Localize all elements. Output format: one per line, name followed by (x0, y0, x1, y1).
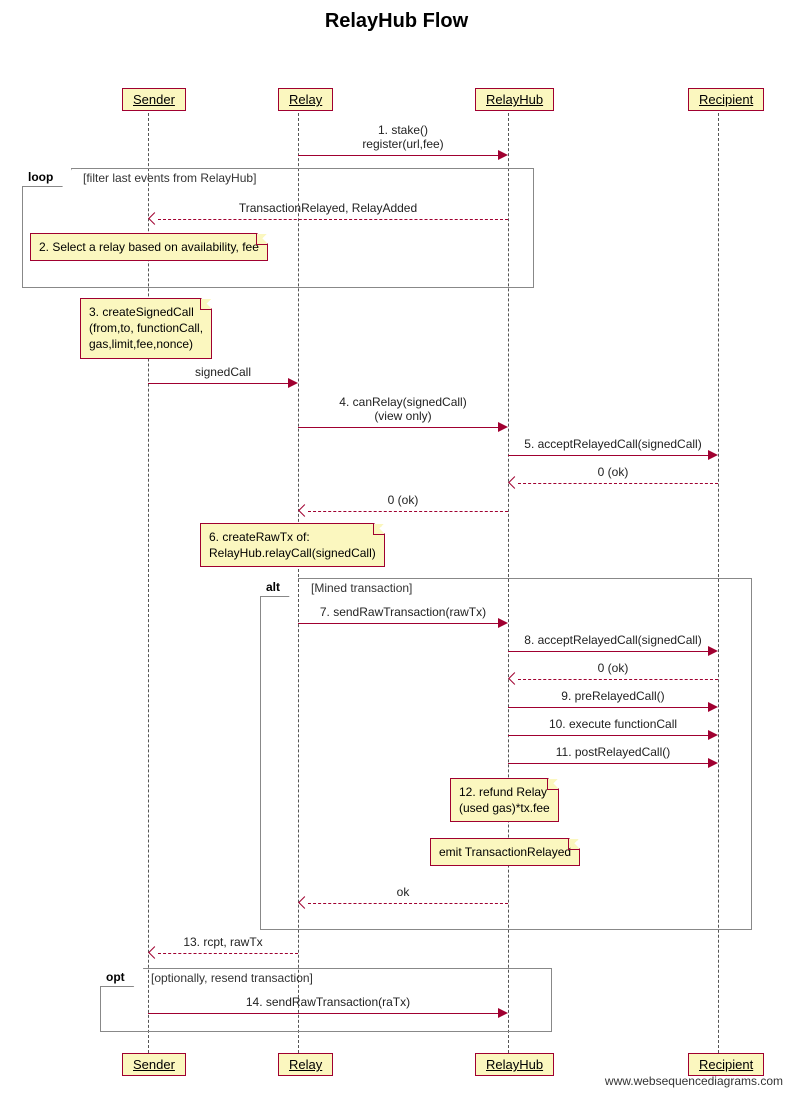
msg-post: 11. postRelayedCall() (508, 745, 718, 759)
arrow-head-13 (708, 758, 718, 768)
note-create-signed-call: 3. createSignedCall (from,to, functionCa… (80, 298, 212, 359)
msg-canrelay1: 4. canRelay(signedCall) (298, 395, 508, 409)
actor-sender-bottom: Sender (122, 1053, 186, 1076)
arrow-head-9 (708, 646, 718, 656)
msg-rcpt: 13. rcpt, rawTx (148, 935, 298, 949)
arrow-15 (158, 953, 298, 954)
arrow-2 (158, 219, 508, 220)
frame-opt-label: opt (100, 968, 144, 987)
msg-register: register(url,fee) (298, 137, 508, 151)
frame-loop-cond: [filter last events from RelayHub] (83, 171, 256, 185)
msg-ok4: ok (298, 885, 508, 899)
arrow-head-11 (708, 702, 718, 712)
msg-canrelay2: (view only) (298, 409, 508, 423)
arrow-6 (518, 483, 718, 484)
arrow-12 (508, 735, 708, 736)
arrow-head-12 (708, 730, 718, 740)
diagram-title: RelayHub Flow (0, 0, 793, 33)
msg-ok2: 0 (ok) (298, 493, 508, 507)
frame-alt-cond: [Mined transaction] (311, 581, 412, 595)
actor-relayhub-top: RelayHub (475, 88, 554, 111)
note-select-relay: 2. Select a relay based on availability,… (30, 233, 268, 261)
msg-pre: 9. preRelayedCall() (508, 689, 718, 703)
msg-sendraw: 7. sendRawTransaction(rawTx) (298, 605, 508, 619)
arrow-3 (148, 383, 288, 384)
arrow-head-8 (498, 618, 508, 628)
msg-sendraw2: 14. sendRawTransaction(raTx) (148, 995, 508, 1009)
footer-credit: www.websequencediagrams.com (605, 1074, 783, 1088)
actor-recipient-bottom: Recipient (688, 1053, 764, 1076)
msg-signedcall: signedCall (148, 365, 298, 379)
arrow-5 (508, 455, 708, 456)
arrow-head-5 (708, 450, 718, 460)
arrow-4 (298, 427, 498, 428)
arrow-14 (308, 903, 508, 904)
msg-ok3: 0 (ok) (508, 661, 718, 675)
sequence-diagram: Sender Relay RelayHub Recipient Sender R… (0, 33, 793, 1093)
arrow-head-1 (498, 150, 508, 160)
actor-relay-bottom: Relay (278, 1053, 333, 1076)
arrow-16 (148, 1013, 498, 1014)
arrow-13 (508, 763, 708, 764)
arrow-7 (308, 511, 508, 512)
actor-sender-top: Sender (122, 88, 186, 111)
arrow-8 (298, 623, 498, 624)
arrow-1 (298, 155, 498, 156)
frame-loop-label: loop (22, 168, 72, 187)
frame-alt-label: alt (260, 578, 299, 597)
msg-exec: 10. execute functionCall (508, 717, 718, 731)
msg-accept2: 8. acceptRelayedCall(signedCall) (508, 633, 718, 647)
actor-recipient-top: Recipient (688, 88, 764, 111)
frame-loop: loop [filter last events from RelayHub] (22, 168, 534, 288)
msg-stake: 1. stake() (298, 123, 508, 137)
note-emit: emit TransactionRelayed (430, 838, 580, 866)
arrow-head-3 (288, 378, 298, 388)
note-refund: 12. refund Relay (used gas)*tx.fee (450, 778, 559, 822)
msg-ok1: 0 (ok) (508, 465, 718, 479)
msg-events: TransactionRelayed, RelayAdded (148, 201, 508, 215)
actor-relay-top: Relay (278, 88, 333, 111)
actor-relayhub-bottom: RelayHub (475, 1053, 554, 1076)
arrow-9 (508, 651, 708, 652)
frame-opt-cond: [optionally, resend transaction] (151, 971, 313, 985)
msg-accept1: 5. acceptRelayedCall(signedCall) (508, 437, 718, 451)
arrow-10 (518, 679, 718, 680)
note-raw-tx: 6. createRawTx of: RelayHub.relayCall(si… (200, 523, 385, 567)
arrow-11 (508, 707, 708, 708)
arrow-head-4 (498, 422, 508, 432)
arrow-head-16 (498, 1008, 508, 1018)
